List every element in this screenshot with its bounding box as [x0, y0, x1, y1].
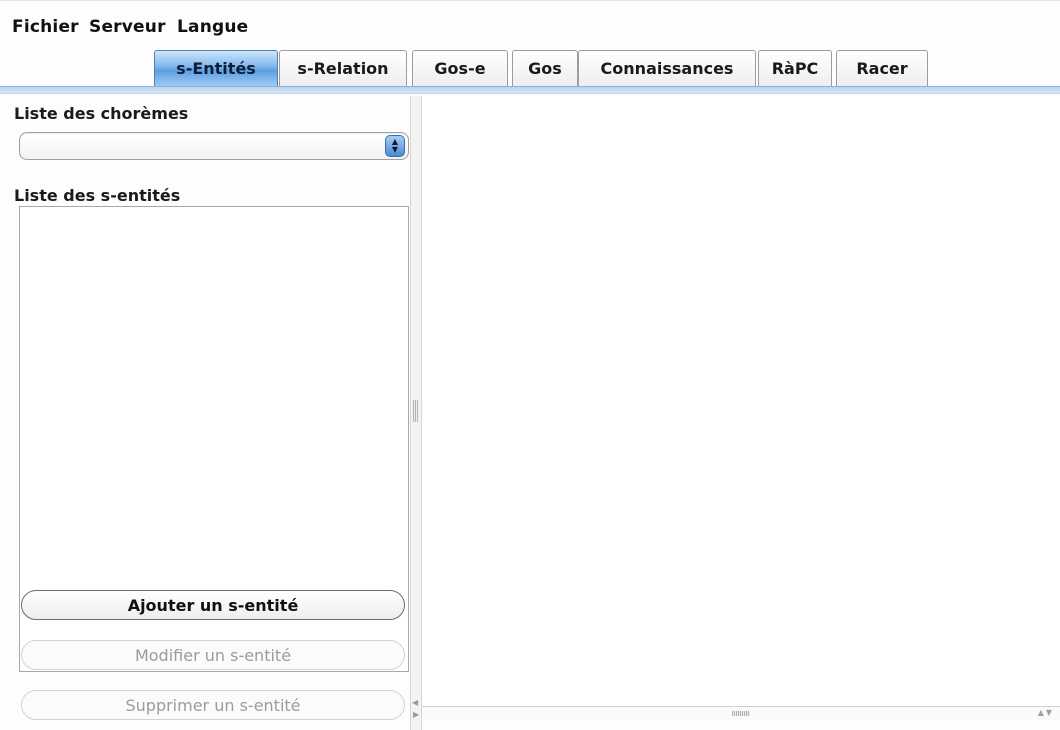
- tab-s-entites[interactable]: s-Entités: [154, 50, 278, 86]
- canvas-area[interactable]: [422, 96, 1060, 710]
- sentites-list-label: Liste des s-entités: [14, 186, 181, 205]
- tab-gos[interactable]: Gos: [512, 50, 578, 86]
- add-sentite-button[interactable]: Ajouter un s-entité: [21, 590, 405, 620]
- menu-serveur[interactable]: Serveur: [89, 17, 166, 37]
- menu-bar: Fichier Serveur Langue: [0, 0, 1060, 46]
- collapse-left-icon[interactable]: ◀: [412, 698, 418, 707]
- app-window: Fichier Serveur Langue s-Entités s-Relat…: [0, 0, 1060, 730]
- split-pane-divider[interactable]: ◀ ▶: [410, 96, 422, 730]
- modify-sentite-button[interactable]: Modifier un s-entité: [21, 640, 405, 670]
- tab-content-border: [0, 86, 1060, 94]
- tab-s-relation[interactable]: s-Relation: [279, 50, 407, 86]
- tab-connaissances[interactable]: Connaissances: [578, 50, 756, 86]
- menu-fichier[interactable]: Fichier: [12, 17, 79, 37]
- scrollbar-thumb[interactable]: [732, 711, 750, 716]
- menu-langue[interactable]: Langue: [177, 17, 248, 37]
- expand-right-icon[interactable]: ▶: [413, 710, 419, 719]
- choremes-list-label: Liste des chorèmes: [14, 104, 189, 123]
- up-down-arrows-icon[interactable]: ▲ ▼: [385, 135, 405, 157]
- horizontal-scrollbar[interactable]: ▲▼: [422, 706, 1060, 720]
- tab-rapc[interactable]: RàPC: [758, 50, 832, 86]
- grip-icon[interactable]: [413, 400, 419, 422]
- choremes-combo[interactable]: ▲ ▼: [19, 132, 409, 160]
- delete-sentite-button[interactable]: Supprimer un s-entité: [21, 690, 405, 720]
- tab-racer[interactable]: Racer: [836, 50, 928, 86]
- tab-gos-e[interactable]: Gos-e: [412, 50, 508, 86]
- left-panel: Liste des chorèmes ▲ ▼ Liste des s-entité…: [10, 96, 410, 730]
- scroll-arrows-icon[interactable]: ▲▼: [1038, 708, 1054, 717]
